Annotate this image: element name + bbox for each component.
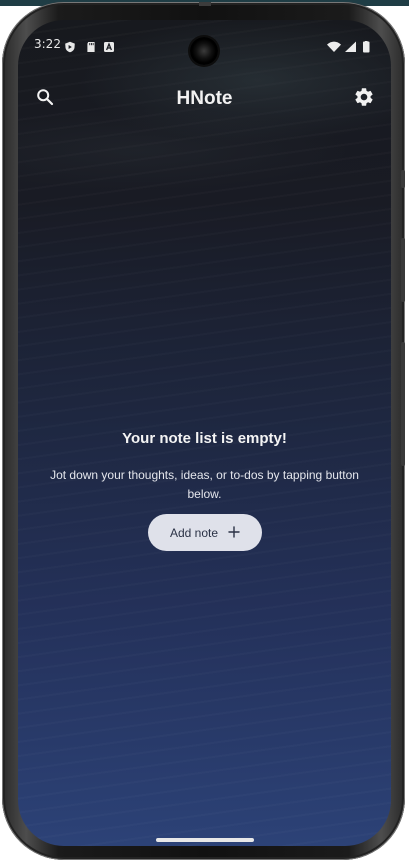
side-button bbox=[401, 170, 405, 188]
front-camera bbox=[190, 37, 218, 65]
screen: 3:22 HNote Your note list is empty! Jot … bbox=[18, 20, 391, 846]
home-indicator[interactable] bbox=[156, 838, 254, 842]
status-time: 3:22 bbox=[34, 37, 61, 51]
signal-icon bbox=[345, 41, 356, 52]
power-button bbox=[401, 342, 405, 466]
gear-icon bbox=[353, 86, 375, 112]
add-note-label: Add note bbox=[169, 525, 219, 540]
battery-icon bbox=[363, 41, 370, 53]
page-title: HNote bbox=[176, 88, 233, 109]
wifi-icon bbox=[327, 41, 341, 52]
text-a-icon bbox=[103, 38, 115, 52]
volume-button bbox=[401, 238, 405, 302]
app-bar: HNote bbox=[18, 82, 391, 116]
add-note-button[interactable]: Add note bbox=[148, 514, 262, 551]
shield-icon bbox=[64, 38, 76, 53]
empty-state-title: Your note list is empty! bbox=[122, 430, 287, 447]
sd-card-icon bbox=[85, 38, 97, 52]
empty-state-description: Jot down your thoughts, ideas, or to-dos… bbox=[50, 468, 359, 501]
status-icons-right bbox=[327, 38, 373, 53]
page: 3:22 HNote Your note list is empty! Jot … bbox=[0, 0, 409, 862]
plus-icon bbox=[228, 523, 240, 542]
frame-antenna-mark bbox=[199, 2, 211, 6]
settings-button[interactable] bbox=[349, 84, 379, 114]
status-bar: 3:22 bbox=[18, 20, 391, 65]
phone-frame: 3:22 HNote Your note list is empty! Jot … bbox=[2, 2, 405, 860]
